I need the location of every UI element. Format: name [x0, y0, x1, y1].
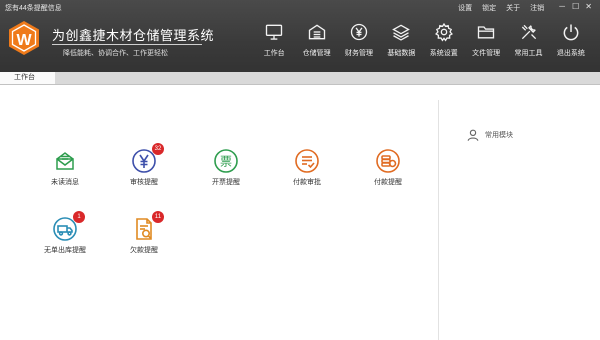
- nav-label: 工作台: [263, 50, 285, 57]
- nav-workbench[interactable]: 工作台: [253, 22, 295, 68]
- tile-unread-messages[interactable]: 未读消息: [35, 148, 95, 187]
- nav-settings[interactable]: 系统设置: [423, 22, 465, 68]
- common-modules-title: 常用模块: [485, 132, 513, 139]
- user-icon: [467, 129, 479, 141]
- invoice-icon: 票: [214, 149, 238, 173]
- app-title: 为创鑫捷木材仓储管理系统: [52, 28, 215, 43]
- approval-icon: [295, 149, 319, 173]
- nav-label: 基础数据: [387, 50, 416, 57]
- nav-label: 文件管理: [472, 50, 501, 57]
- logout-link[interactable]: 注销: [530, 3, 544, 13]
- svg-text:票: 票: [220, 155, 232, 169]
- tile-label: 开票提醒: [212, 179, 240, 186]
- tile-label: 付款审批: [293, 179, 321, 186]
- nav-label: 退出系统: [556, 50, 585, 57]
- nav-tools[interactable]: 常用工具: [507, 22, 549, 68]
- tab-strip: 工作台: [0, 72, 600, 85]
- tile-audit-reminder[interactable]: 32 审核提醒: [114, 143, 174, 187]
- monitor-icon: [266, 24, 283, 40]
- tile-label: 审核提醒: [130, 179, 158, 186]
- minimize-button[interactable]: －: [558, 3, 566, 13]
- reminder-notice[interactable]: 您有44条提醒信息: [5, 3, 62, 13]
- logo: W: [9, 21, 39, 55]
- panel-divider: [438, 100, 439, 340]
- title-underline: [52, 44, 202, 45]
- badge-count: 32: [152, 143, 164, 155]
- logo-letter: W: [16, 32, 32, 49]
- app-slogan: 降低能耗、协调合作、工作更轻松: [63, 50, 168, 57]
- nav-label: 仓储管理: [302, 50, 331, 57]
- gear-icon: [434, 22, 453, 42]
- about-link[interactable]: 关于: [506, 3, 520, 13]
- power-icon: [563, 24, 579, 41]
- settings-link[interactable]: 设置: [458, 3, 472, 13]
- tile-label: 无单出库提醒: [44, 247, 86, 254]
- nav-finance[interactable]: 财务管理: [338, 22, 380, 68]
- tile-invoice-reminder[interactable]: 票 开票提醒: [196, 148, 256, 187]
- system-links: 设置 锁定 关于 注销 － ☐ ✕: [458, 3, 592, 13]
- tile-label: 欠款提醒: [130, 247, 158, 254]
- nav-exit[interactable]: 退出系统: [550, 22, 592, 68]
- nav-label: 常用工具: [514, 50, 543, 57]
- tile-label: 未读消息: [51, 179, 79, 186]
- main-nav: 工作台 仓储管理 财务管理 基础数据 系统设置 文件管理 常用工具 退出系统: [253, 22, 592, 68]
- nav-warehouse[interactable]: 仓储管理: [295, 22, 337, 68]
- yen-circle-icon: [350, 23, 368, 41]
- badge-count: 11: [152, 211, 164, 223]
- coins-icon: [376, 149, 400, 173]
- tile-debt-reminder[interactable]: 11 欠款提醒: [114, 211, 174, 255]
- nav-label: 财务管理: [344, 50, 373, 57]
- tile-payment-reminder[interactable]: 付款提醒: [358, 148, 418, 187]
- lock-link[interactable]: 锁定: [482, 3, 496, 13]
- maximize-button[interactable]: ☐: [572, 3, 579, 13]
- top-bar: 您有44条提醒信息 设置 锁定 关于 注销 － ☐ ✕ W 为创鑫捷木材仓储管理…: [0, 0, 600, 72]
- nav-base-data[interactable]: 基础数据: [380, 22, 422, 68]
- nav-label: 系统设置: [429, 50, 458, 57]
- badge-count: 1: [73, 211, 85, 223]
- warehouse-icon: [308, 24, 325, 40]
- tile-payment-approval[interactable]: 付款审批: [277, 148, 337, 187]
- layers-icon: [392, 24, 411, 41]
- window-controls: － ☐ ✕: [558, 3, 592, 13]
- tab-workbench[interactable]: 工作台: [0, 72, 55, 84]
- common-modules-header: 常用模块: [466, 128, 513, 142]
- tile-no-order-outbound[interactable]: 1 无单出库提醒: [35, 211, 95, 255]
- tools-icon: [521, 24, 536, 40]
- envelope-icon: [56, 152, 74, 170]
- nav-files[interactable]: 文件管理: [465, 22, 507, 68]
- tile-label: 付款提醒: [374, 179, 402, 186]
- close-button[interactable]: ✕: [585, 3, 592, 13]
- folder-icon: [477, 26, 495, 39]
